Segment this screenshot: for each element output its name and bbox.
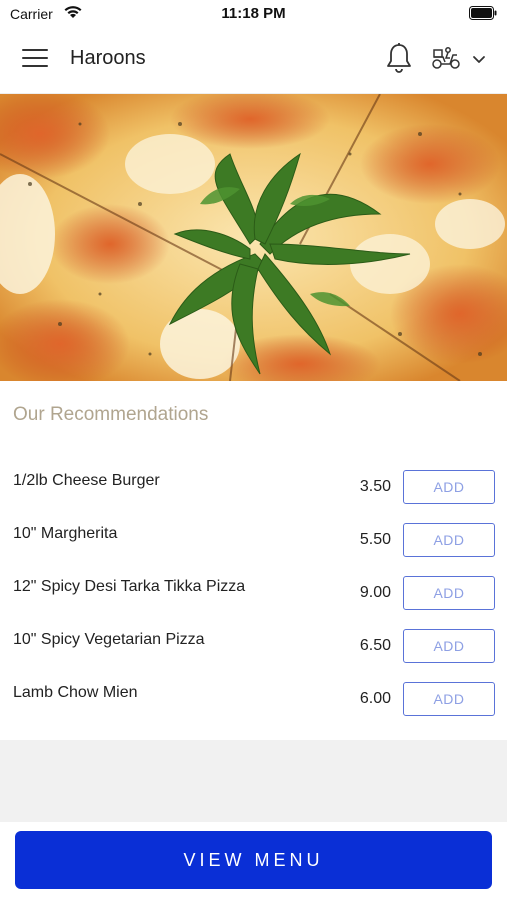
app-header: Haroons [0,28,507,94]
menu-icon[interactable] [22,49,48,69]
delivery-scooter-icon[interactable] [431,46,461,75]
view-menu-button[interactable]: VIEW MENU [15,831,492,889]
add-button[interactable]: ADD [403,629,495,663]
item-name: 10" Margherita [13,525,118,542]
bell-icon[interactable] [385,42,413,79]
add-button[interactable]: ADD [403,470,495,504]
item-price: 5.50 [359,531,391,548]
menu-item: 1/2lb Cheese Burger 3.50 ADD [0,458,507,511]
item-name: 12" Spicy Desi Tarka Tikka Pizza [13,578,246,595]
item-price: 6.50 [359,637,391,654]
add-button[interactable]: ADD [403,682,495,716]
clock: 11:18 PM [221,5,286,22]
item-price: 3.50 [359,478,391,495]
add-button[interactable]: ADD [403,576,495,610]
footer-spacer [0,740,507,822]
chevron-down-icon[interactable] [472,52,486,70]
item-price: 9.00 [359,584,391,601]
item-name: 10" Spicy Vegetarian Pizza [13,631,205,648]
section-title: Our Recommendations [13,404,209,425]
hero-image [0,94,507,381]
restaurant-name: Haroons [70,47,146,69]
menu-item: 10" Spicy Vegetarian Pizza 6.50 ADD [0,617,507,670]
add-button[interactable]: ADD [403,523,495,557]
item-price: 6.00 [359,690,391,707]
menu-item: Lamb Chow Mien 6.00 ADD [0,670,507,723]
bottom-bar: VIEW MENU [0,822,507,900]
item-name: 1/2lb Cheese Burger [13,472,160,489]
menu-item: 10" Margherita 5.50 ADD [0,511,507,564]
recommendations-list: 1/2lb Cheese Burger 3.50 ADD 10" Margher… [0,458,507,723]
menu-item: 12" Spicy Desi Tarka Tikka Pizza 9.00 AD… [0,564,507,617]
item-name: Lamb Chow Mien [13,684,138,701]
status-bar: Carrier 11:18 PM [0,0,507,28]
battery-icon [469,6,497,25]
